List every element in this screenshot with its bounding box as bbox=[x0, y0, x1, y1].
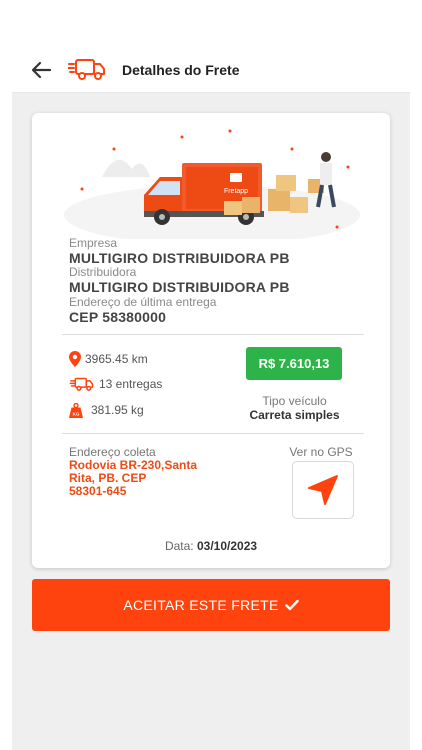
freight-card: Fretapp Empresa MULTIGIRO DISTRIBUIDORA … bbox=[32, 113, 390, 568]
divider bbox=[62, 334, 364, 335]
endereco-label: Endereço de última entrega bbox=[69, 295, 217, 309]
distribuidora-value: MULTIGIRO DISTRIBUIDORA PB bbox=[69, 279, 290, 295]
deliveries-value: 13 entregas bbox=[99, 377, 163, 391]
delivery-truck-icon bbox=[69, 377, 94, 391]
accept-button-label: ACEITAR ESTE FRETE bbox=[123, 597, 279, 613]
weight-icon: KG bbox=[69, 402, 83, 418]
check-icon bbox=[284, 599, 299, 611]
page-title: Detalhes do Frete bbox=[122, 62, 240, 78]
weight-value: 381.95 kg bbox=[91, 403, 144, 417]
deliveries-stat: 13 entregas bbox=[69, 375, 162, 393]
svg-text:KG: KG bbox=[73, 411, 80, 416]
location-pin-icon bbox=[69, 351, 81, 367]
divider bbox=[62, 433, 364, 434]
distance-stat: 3965.45 km bbox=[69, 350, 148, 368]
endereco-value: CEP 58380000 bbox=[69, 309, 167, 325]
vehicle-type-label: Tipo veículo bbox=[262, 394, 327, 408]
date-label: Data: bbox=[164, 539, 194, 553]
gps-button[interactable] bbox=[292, 461, 354, 519]
svg-text:Fretapp: Fretapp bbox=[224, 188, 248, 195]
distance-value: 3965.45 km bbox=[85, 352, 148, 366]
accept-freight-button[interactable]: ACEITAR ESTE FRETE bbox=[32, 579, 390, 631]
navigation-arrow-icon bbox=[308, 475, 338, 505]
pickup-address-line: 58301-645 bbox=[69, 484, 127, 498]
back-arrow-icon[interactable] bbox=[30, 60, 52, 80]
vehicle-type-value: Carreta simples bbox=[249, 408, 340, 422]
delivery-illustration: Fretapp bbox=[64, 129, 360, 239]
date-value: 03/10/2023 bbox=[196, 539, 258, 553]
date-row: Data: 03/10/2023 bbox=[32, 539, 390, 553]
price-badge: R$ 7.610,13 bbox=[246, 347, 342, 380]
pickup-address-label: Endereço coleta bbox=[69, 445, 156, 459]
gps-label: Ver no GPS bbox=[289, 445, 353, 459]
truck-icon bbox=[68, 59, 105, 80]
pickup-address-value: Rodovia BR-230,Santa Rita, PB. CEP 58301… bbox=[69, 459, 209, 498]
header-bar: Detalhes do Frete bbox=[12, 0, 410, 93]
weight-stat: KG 381.95 kg bbox=[69, 401, 144, 419]
empresa-value: MULTIGIRO DISTRIBUIDORA PB bbox=[69, 250, 290, 266]
distribuidora-label: Distribuidora bbox=[69, 265, 137, 279]
empresa-label: Empresa bbox=[69, 236, 118, 250]
screen: Detalhes do Frete Fretapp Empresa MULTIG… bbox=[12, 0, 410, 750]
